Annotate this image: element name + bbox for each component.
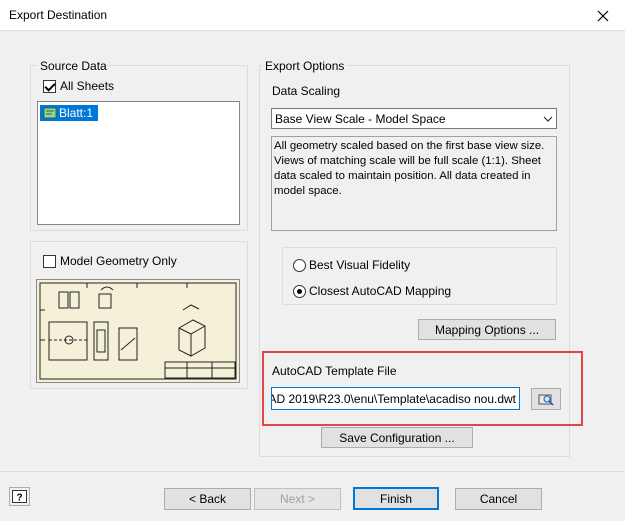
sheets-listbox[interactable]: Blatt:1	[37, 101, 240, 225]
drawing-preview-image	[39, 282, 237, 380]
all-sheets-checkbox[interactable]: All Sheets	[43, 79, 114, 93]
all-sheets-label: All Sheets	[60, 79, 115, 93]
save-configuration-button[interactable]: Save Configuration ...	[321, 427, 473, 448]
data-scaling-label: Data Scaling	[272, 84, 341, 98]
closest-autocad-mapping-radio[interactable]: Closest AutoCAD Mapping	[293, 284, 451, 298]
mapping-options-button[interactable]: Mapping Options ...	[418, 319, 556, 340]
model-geometry-only-checkbox[interactable]: Model Geometry Only	[43, 254, 177, 268]
radio-off-icon	[293, 258, 306, 272]
data-scaling-dropdown[interactable]: Base View Scale - Model Space	[271, 108, 557, 129]
browse-template-button[interactable]	[531, 388, 561, 410]
best-visual-fidelity-radio[interactable]: Best Visual Fidelity	[293, 258, 410, 272]
model-geometry-check-icon	[43, 254, 56, 268]
all-sheets-check-icon	[43, 79, 56, 93]
browse-folder-icon	[538, 394, 554, 406]
svg-text:?: ?	[16, 493, 22, 504]
template-path-value: \CAD 2019\R23.0\enu\Template\acadiso nou…	[271, 391, 516, 406]
sheet-item[interactable]: Blatt:1	[40, 105, 98, 121]
best-visual-fidelity-label: Best Visual Fidelity	[309, 258, 411, 272]
window-title: Export Destination	[9, 8, 108, 22]
help-icon: ?	[12, 490, 27, 503]
data-scaling-value: Base View Scale - Model Space	[275, 111, 446, 126]
cancel-button[interactable]: Cancel	[455, 488, 542, 510]
template-path-input[interactable]: \CAD 2019\R23.0\enu\Template\acadiso nou…	[271, 387, 520, 410]
template-file-label: AutoCAD Template File	[272, 364, 397, 378]
model-geometry-only-label: Model Geometry Only	[60, 254, 177, 268]
export-options-label: Export Options	[263, 59, 347, 73]
finish-button[interactable]: Finish	[353, 487, 439, 510]
close-icon	[597, 10, 609, 21]
source-data-label: Source Data	[38, 59, 109, 73]
chevron-down-icon	[539, 109, 556, 128]
radio-on-icon	[293, 284, 306, 298]
scaling-description: All geometry scaled based on the first b…	[271, 136, 557, 231]
sheet-icon	[43, 107, 57, 119]
next-button[interactable]: Next >	[254, 488, 341, 510]
closest-autocad-mapping-label: Closest AutoCAD Mapping	[309, 284, 452, 298]
back-button[interactable]: < Back	[164, 488, 251, 510]
title-bar[interactable]: Export Destination	[0, 0, 625, 31]
help-button[interactable]: ?	[9, 487, 30, 506]
drawing-preview	[36, 279, 240, 383]
footer-divider	[0, 471, 625, 472]
sheet-item-label: Blatt:1	[59, 106, 94, 120]
close-button[interactable]	[581, 0, 625, 31]
